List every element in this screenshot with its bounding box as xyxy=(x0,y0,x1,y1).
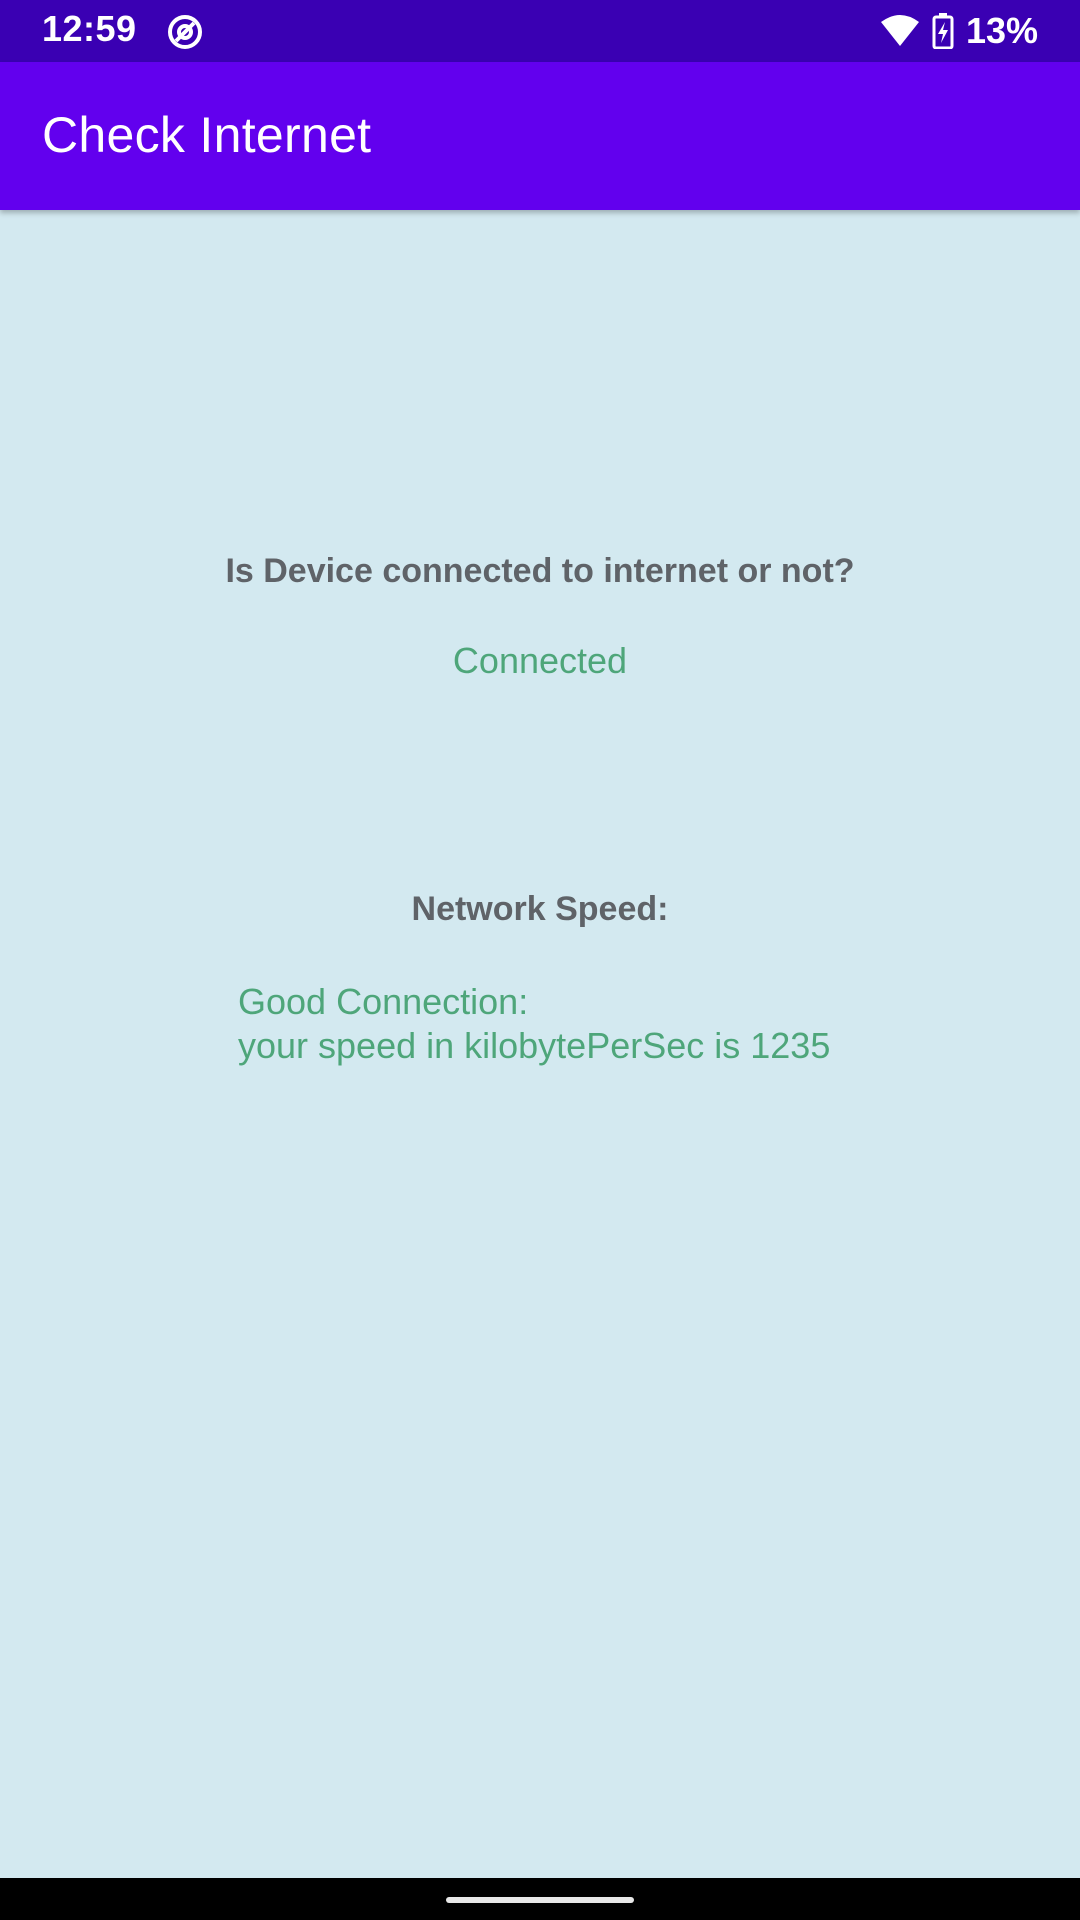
connection-status: Connected xyxy=(452,640,628,681)
battery-charging-icon xyxy=(932,13,954,50)
app-bar: Check Internet xyxy=(0,62,1080,210)
status-time: 12:59 xyxy=(42,8,137,49)
connection-question: Is Device connected to internet or not? xyxy=(225,552,855,590)
speed-value-line: your speed in kilobytePerSec is 1235 xyxy=(238,1025,831,1066)
home-handle[interactable] xyxy=(446,1897,634,1903)
network-speed-result: Good Connection: your speed in kilobyteP… xyxy=(238,980,830,1068)
at-sign-icon xyxy=(166,13,204,51)
wifi-icon xyxy=(880,14,920,48)
status-icons: 13% xyxy=(880,8,1038,54)
app-title: Check Internet xyxy=(42,107,372,163)
navigation-bar xyxy=(0,1878,1080,1920)
status-bar: 12:59 13% xyxy=(0,0,1080,62)
network-speed-heading: Network Speed: xyxy=(411,890,669,928)
battery-percent: 13% xyxy=(965,10,1038,51)
speed-quality-line: Good Connection: xyxy=(238,981,529,1022)
